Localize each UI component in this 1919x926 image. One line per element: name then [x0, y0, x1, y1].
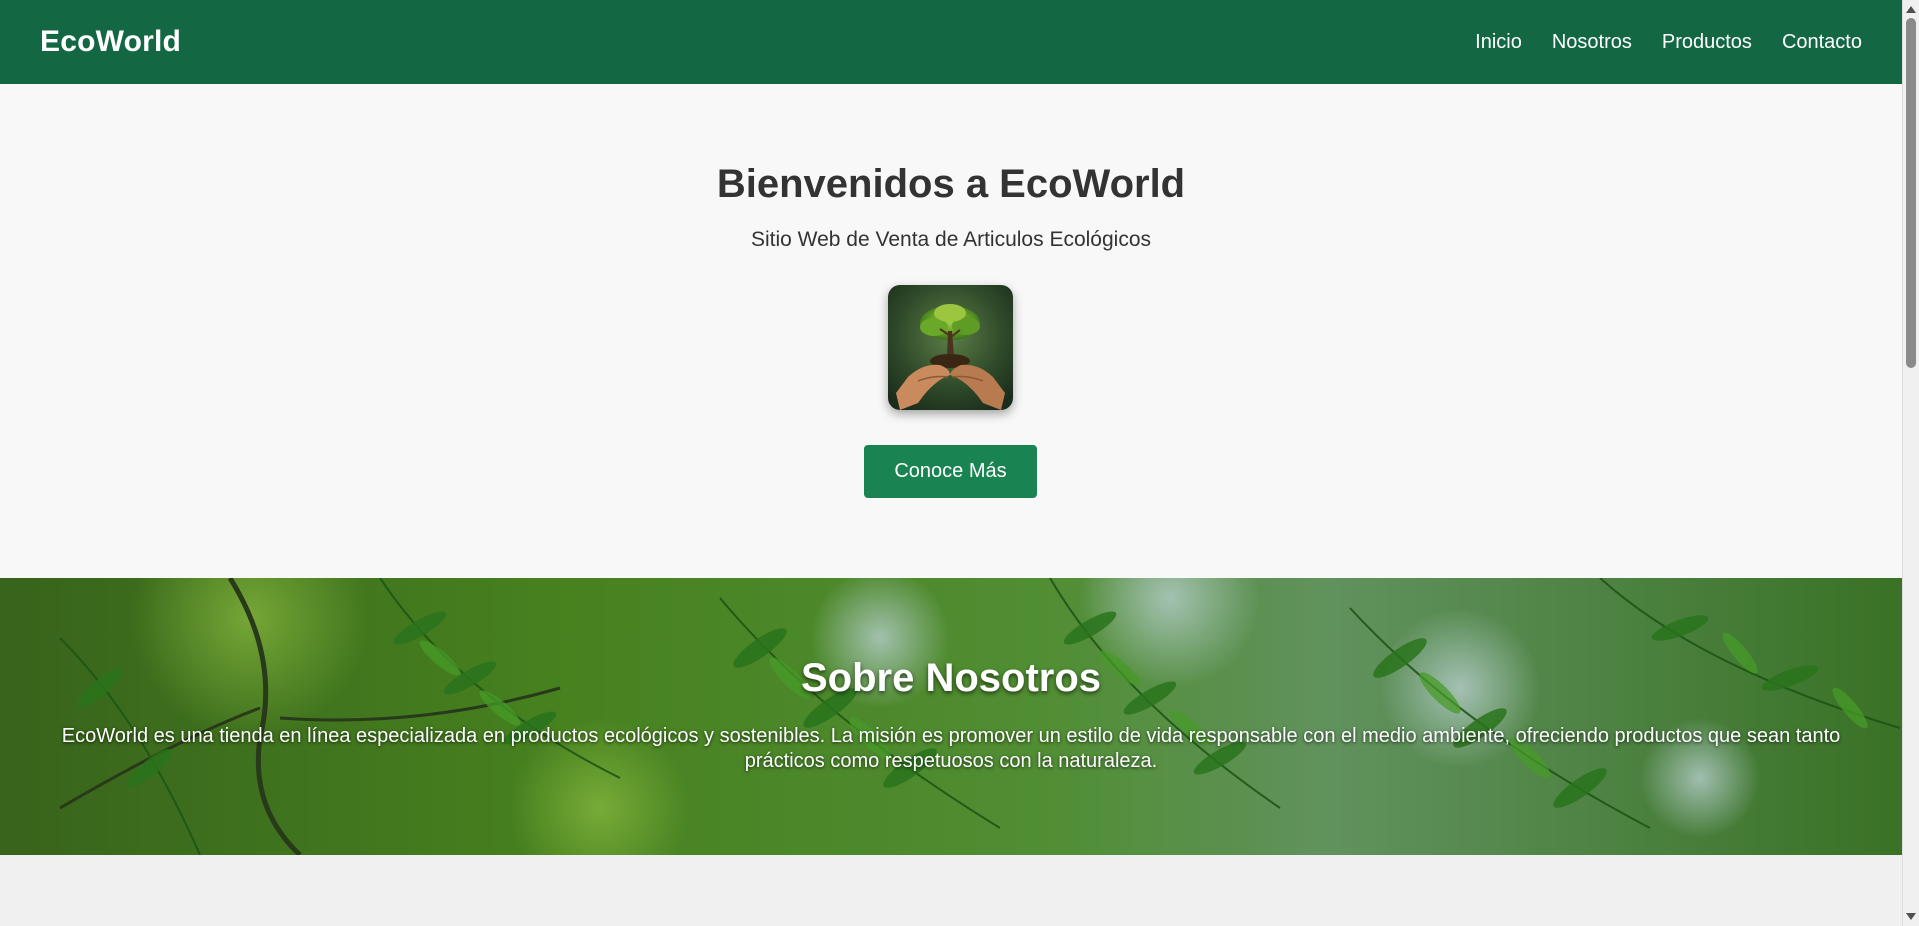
about-description: EcoWorld es una tienda en línea especial… [61, 725, 1841, 772]
brand-logo[interactable]: EcoWorld [40, 25, 181, 59]
tree-in-hands-image [888, 285, 1013, 410]
nav-link-productos[interactable]: Productos [1662, 31, 1752, 54]
site-header: EcoWorld Inicio Nosotros Productos Conta… [0, 0, 1902, 84]
vertical-scrollbar[interactable] [1902, 0, 1919, 926]
about-section: Sobre Nosotros EcoWorld es una tienda en… [0, 578, 1902, 855]
hero-section: Bienvenidos a EcoWorld Sitio Web de Vent… [0, 84, 1902, 578]
main-nav: Inicio Nosotros Productos Contacto [1475, 31, 1862, 54]
scroll-up-arrow-icon[interactable] [1906, 6, 1916, 13]
nav-link-inicio[interactable]: Inicio [1475, 31, 1522, 54]
hero-subtitle: Sitio Web de Venta de Articulos Ecológic… [750, 228, 1151, 251]
tree-in-hands-illustration [888, 285, 1013, 410]
scroll-thumb[interactable] [1906, 18, 1916, 368]
nav-link-nosotros[interactable]: Nosotros [1552, 31, 1632, 54]
scroll-down-arrow-icon[interactable] [1906, 913, 1916, 920]
about-title: Sobre Nosotros [800, 656, 1102, 700]
nav-link-contacto[interactable]: Contacto [1782, 31, 1862, 54]
viewport: EcoWorld Inicio Nosotros Productos Conta… [0, 0, 1902, 926]
fern-leaves-background [0, 578, 1902, 855]
page: EcoWorld Inicio Nosotros Productos Conta… [0, 0, 1919, 926]
next-section [0, 855, 1902, 926]
hero-title: Bienvenidos a EcoWorld [716, 162, 1186, 206]
learn-more-button[interactable]: Conoce Más [864, 445, 1037, 498]
